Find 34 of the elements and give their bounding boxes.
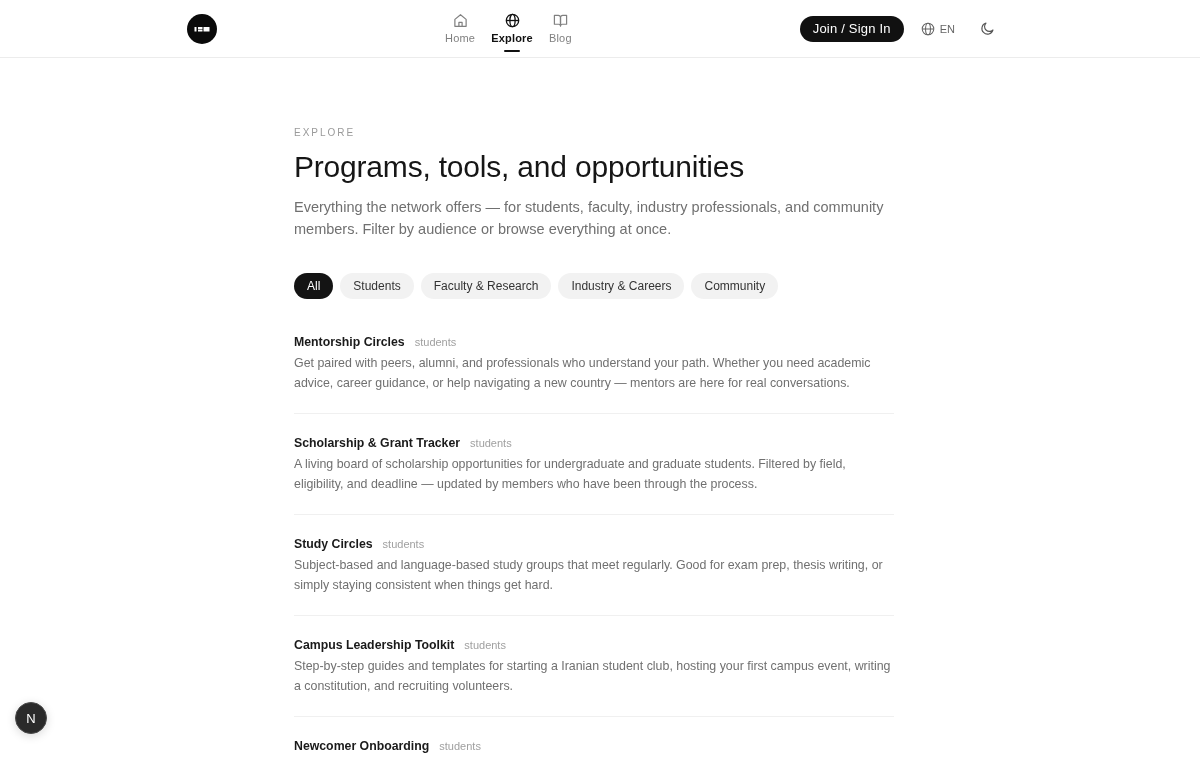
globe-icon [504,12,520,28]
nav-link[interactable]: Home [445,12,476,52]
nav-link[interactable]: Explore [491,12,533,52]
program-description: A living board of scholarship opportunities for undergraduate and graduate students. Filtered by field, eligibility, and deadline — updated by members who have been through the process. [294,456,847,493]
program-title[interactable]: Campus Leadership Toolkit [294,637,455,653]
section-eyebrow: EXPLORE [294,127,357,139]
program-description: Get paired with peers, alumni, and professionals who understand your path. Whether you need academic advice, career guidance, or help navigating a new country — mentors are here for real conversations. [294,355,872,392]
house-icon [452,12,468,28]
dev-indicator-button[interactable]: N [15,702,47,734]
program-description: Step-by-step guides and templates for starting a Iranian student club, hosting your first campus event, writing a constitution, and recruiting volunteers. [294,658,892,695]
filter-chip[interactable]: Community [691,273,779,299]
page-description: Everything the network offers — for students, faculty, industry professionals, and community members. Filter by audience or browse everything at once. [294,198,885,239]
audience-tag: students [464,639,506,651]
nav-link[interactable]: Blog [548,12,572,52]
globe-icon [920,21,935,36]
program-title[interactable]: Mentorship Circles [294,334,405,350]
filter-chip[interactable]: Students [340,273,414,299]
audience-tag: students [439,740,481,752]
program-title[interactable]: Study Circles [294,536,373,552]
program-description: Subject-based and language-based study groups that meet regularly. Good for exam prep, thesis writing, or simply staying consistent when things get hard. [294,557,884,594]
filter-chip[interactable]: All [294,273,334,299]
logo-icon[interactable] [187,13,217,44]
language-button[interactable]: EN [918,19,957,38]
program-title[interactable]: Newcomer Onboarding [294,738,430,754]
page-title: Programs, tools, and opportunities [294,149,746,185]
audience-tag: students [414,336,457,348]
audience-tag: students [470,437,512,449]
moon-icon [980,21,995,36]
program-title[interactable]: Scholarship & Grant Tracker [294,435,461,451]
filter-chip[interactable]: Industry & Careers [558,273,685,299]
filter-chip[interactable]: Faculty & Research [420,273,552,299]
audience-tag: students [382,538,425,550]
join-sign-in-button[interactable]: Join / Sign In [799,15,904,42]
book-icon [552,12,568,28]
